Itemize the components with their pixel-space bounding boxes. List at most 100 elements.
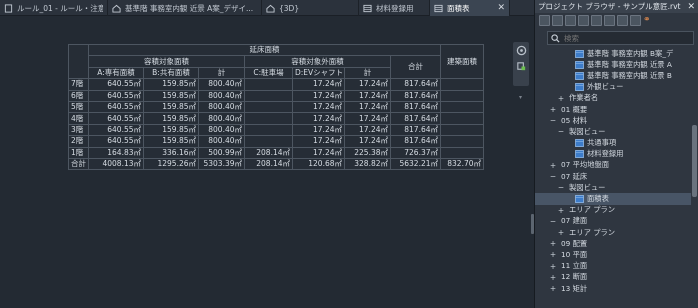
table-cell[interactable]: [244, 78, 293, 91]
tree-item[interactable]: −07 延床: [535, 171, 691, 182]
tab-0[interactable]: ルール_01 - ルール・注意事項: [0, 0, 108, 16]
table-row[interactable]: 1階 164.83㎡ 336.16㎡ 500.99㎡ 208.14㎡ 17.24㎡ 225.…: [68, 146, 484, 159]
table-row[interactable]: 3階 640.55㎡ 159.85㎡ 800.40㎡ 17.24㎡ 17.24㎡ 817.6…: [68, 123, 484, 137]
collapse-icon[interactable]: −: [549, 217, 557, 226]
table-cell[interactable]: [244, 112, 293, 125]
table-cell[interactable]: 640.55㎡: [88, 123, 144, 137]
row-label-cell[interactable]: 3階: [68, 123, 89, 137]
table-cell[interactable]: 817.64㎡: [390, 100, 441, 114]
tree-item[interactable]: 基準階 事務室内観 近景 A: [535, 59, 691, 70]
close-icon[interactable]: ✕: [687, 2, 695, 12]
table-cell[interactable]: 800.40㎡: [198, 112, 245, 125]
grid-icon[interactable]: [565, 14, 576, 26]
table-cell[interactable]: 817.64㎡: [390, 89, 441, 102]
table-row[interactable]: 4階 640.55㎡ 159.85㎡ 800.40㎡ 17.24㎡ 17.24㎡ 817.6…: [68, 112, 484, 125]
row-label-cell[interactable]: 6階: [68, 89, 89, 102]
table-cell[interactable]: 726.37㎡: [390, 146, 441, 159]
table-cell[interactable]: [440, 135, 484, 148]
table-cell[interactable]: 817.64㎡: [390, 78, 441, 91]
table-row[interactable]: 6階 640.55㎡ 159.85㎡ 800.40㎡ 17.24㎡ 17.24㎡ 817.6…: [68, 89, 484, 102]
table-cell[interactable]: [440, 78, 484, 91]
table-cell[interactable]: 17.24㎡: [344, 89, 391, 102]
row-label-cell[interactable]: 2階: [68, 135, 89, 148]
table-cell[interactable]: 208.14㎡: [244, 157, 293, 171]
table-row[interactable]: 合計 4008.13㎡ 1295.26㎡ 5303.39㎡ 208.14㎡ 120.68㎡…: [68, 157, 484, 171]
table-cell[interactable]: 159.85㎡: [143, 135, 199, 148]
table-cell[interactable]: 4008.13㎡: [88, 157, 144, 171]
expand-icon[interactable]: +: [549, 250, 557, 259]
table-cell[interactable]: 225.38㎡: [344, 146, 391, 159]
table-row[interactable]: 2階 640.55㎡ 159.85㎡ 800.40㎡ 17.24㎡ 17.24㎡ 817.6…: [68, 135, 484, 148]
table-cell[interactable]: 817.64㎡: [390, 123, 441, 137]
table-cell[interactable]: 17.24㎡: [292, 123, 345, 137]
table-cell[interactable]: 5303.39㎡: [198, 157, 245, 171]
expand-icon[interactable]: +: [557, 228, 565, 237]
table-cell[interactable]: 1295.26㎡: [143, 157, 199, 171]
expand-icon[interactable]: +: [557, 94, 565, 103]
row-label-cell[interactable]: 合計: [68, 157, 89, 171]
table-cell[interactable]: 832.70㎡: [440, 157, 484, 171]
table-cell[interactable]: 640.55㎡: [88, 100, 144, 114]
table-cell[interactable]: 17.24㎡: [344, 100, 391, 114]
table-cell[interactable]: 500.99㎡: [198, 146, 245, 159]
table-cell[interactable]: 817.64㎡: [390, 112, 441, 125]
table-cell[interactable]: 17.24㎡: [292, 89, 345, 102]
table-cell[interactable]: [244, 123, 293, 137]
table-cell[interactable]: 328.82㎡: [344, 157, 391, 171]
tree-item[interactable]: +11 立面: [535, 261, 691, 272]
tree-item[interactable]: +10 平面: [535, 249, 691, 260]
tree-item[interactable]: +13 矩計: [535, 283, 691, 294]
expand-icon[interactable]: +: [549, 161, 557, 170]
table-cell[interactable]: [440, 100, 484, 114]
table-cell[interactable]: 208.14㎡: [244, 146, 293, 159]
row-label-cell[interactable]: 5階: [68, 100, 89, 114]
collapse-icon[interactable]: −: [557, 183, 565, 192]
table-cell[interactable]: [244, 135, 293, 148]
table-cell[interactable]: 800.40㎡: [198, 135, 245, 148]
tree-item[interactable]: +07 平均地盤面: [535, 160, 691, 171]
tree-item[interactable]: 基準階 事務室内観 B案_デ: [535, 48, 691, 59]
table-cell[interactable]: 336.16㎡: [143, 146, 199, 159]
collapse-icon[interactable]: −: [549, 172, 557, 181]
tree-item[interactable]: + エリア プラン: [535, 205, 691, 216]
table-cell[interactable]: 17.24㎡: [344, 112, 391, 125]
tab-1[interactable]: 基準階 事務室内観 近景 A案_デザイ...: [108, 0, 262, 16]
tree-item[interactable]: 面積表: [535, 193, 691, 205]
table-row[interactable]: 7階 640.55㎡ 159.85㎡ 800.40㎡ 17.24㎡ 17.24㎡ 817.6…: [68, 78, 484, 91]
expand-icon[interactable]: +: [549, 105, 557, 114]
table-cell[interactable]: 17.24㎡: [292, 146, 345, 159]
table-cell[interactable]: 159.85㎡: [143, 100, 199, 114]
tree-item[interactable]: −05 材料: [535, 115, 691, 126]
tree-item[interactable]: 外観ビュー: [535, 82, 691, 93]
expand-icon[interactable]: +: [557, 206, 565, 215]
tree-item[interactable]: 基準階 事務室内観 近景 B: [535, 70, 691, 81]
schedule-icon[interactable]: [604, 14, 615, 26]
table-cell[interactable]: 800.40㎡: [198, 89, 245, 102]
table-cell[interactable]: 159.85㎡: [143, 78, 199, 91]
table-cell[interactable]: 17.24㎡: [292, 78, 345, 91]
tile-icon[interactable]: [630, 14, 641, 26]
steering-wheel-icon[interactable]: [516, 45, 527, 56]
table-cell[interactable]: [440, 89, 484, 102]
table-cell[interactable]: [440, 112, 484, 125]
tree-item[interactable]: +09 配置: [535, 238, 691, 249]
table-cell[interactable]: 17.24㎡: [344, 123, 391, 137]
list-icon[interactable]: [578, 14, 589, 26]
close-icon[interactable]: ✕: [497, 3, 505, 13]
target-icon[interactable]: [552, 14, 563, 26]
table-cell[interactable]: [440, 146, 484, 159]
table-cell[interactable]: 800.40㎡: [198, 78, 245, 91]
tab-4[interactable]: 面積表 ✕: [430, 0, 510, 16]
expand-icon[interactable]: +: [549, 262, 557, 271]
zoom-icon[interactable]: [516, 61, 527, 72]
tree-item[interactable]: − 製図ビュー: [535, 126, 691, 137]
table-cell[interactable]: 159.85㎡: [143, 123, 199, 137]
table-cell[interactable]: 640.55㎡: [88, 112, 144, 125]
table-cell[interactable]: 120.68㎡: [292, 157, 345, 171]
collapse-icon[interactable]: −: [549, 116, 557, 125]
tree-item[interactable]: −07 建面: [535, 216, 691, 227]
table-cell[interactable]: 5632.21㎡: [390, 157, 441, 171]
table-cell[interactable]: 159.85㎡: [143, 112, 199, 125]
table-cell[interactable]: 17.24㎡: [292, 112, 345, 125]
tab-2[interactable]: {3D}: [262, 0, 359, 16]
